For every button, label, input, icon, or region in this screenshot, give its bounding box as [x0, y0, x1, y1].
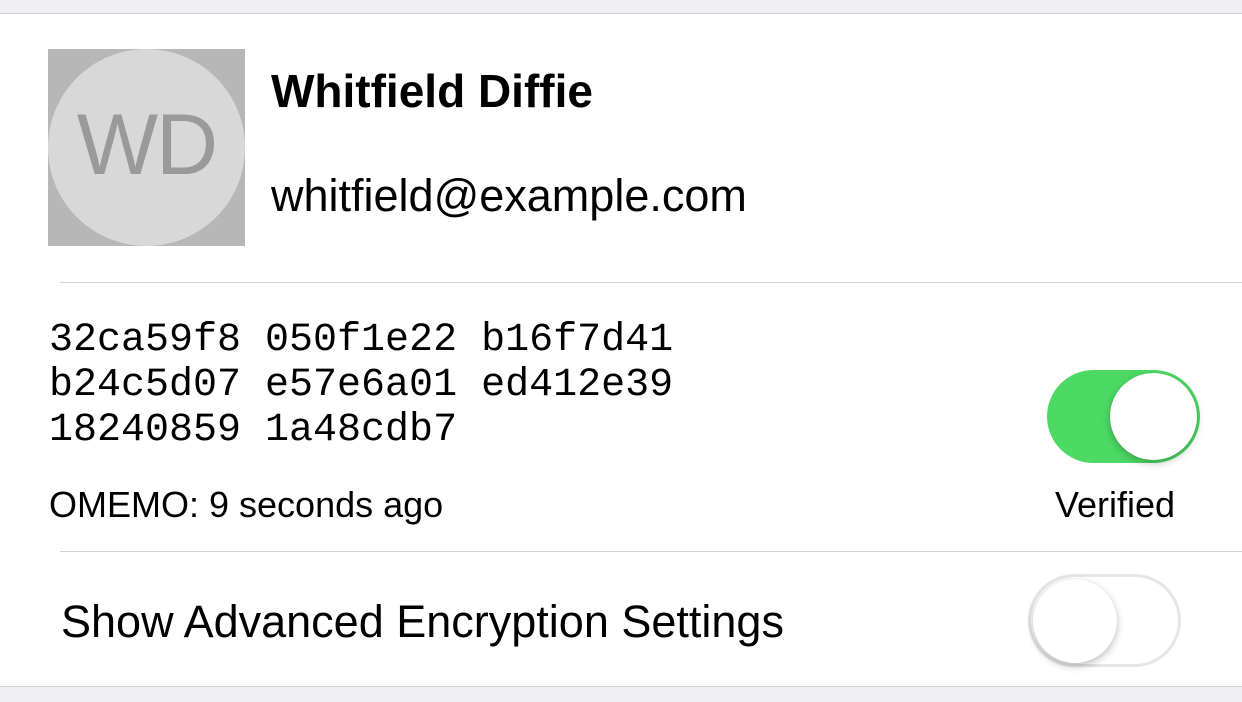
- contact-name: Whitfield Diffie: [271, 65, 593, 117]
- fingerprint-line: 18240859 1a48cdb7: [49, 408, 458, 453]
- key-fingerprint: 32ca59f8 050f1e22 b16f7d41 b24c5d07 e57e…: [49, 318, 673, 453]
- advanced-encryption-toggle[interactable]: [1028, 574, 1181, 667]
- avatar-initials: WD: [76, 97, 218, 193]
- advanced-encryption-label: Show Advanced Encryption Settings: [61, 596, 784, 647]
- separator: [60, 282, 1242, 283]
- separator: [60, 551, 1242, 552]
- fingerprint-line: b24c5d07 e57e6a01 ed412e39: [49, 363, 674, 408]
- avatar-circle: WD: [48, 49, 245, 246]
- avatar: WD: [48, 49, 245, 246]
- fingerprint-line: 32ca59f8 050f1e22 b16f7d41: [49, 318, 674, 363]
- contact-email: whitfield@example.com: [271, 170, 747, 221]
- verified-toggle[interactable]: [1047, 370, 1200, 463]
- bottom-group-gap: [0, 687, 1242, 702]
- toggle-knob: [1110, 373, 1197, 460]
- toggle-knob: [1033, 579, 1117, 663]
- verified-label: Verified: [1055, 484, 1176, 525]
- top-group-gap: [0, 0, 1242, 13]
- omemo-last-seen: OMEMO: 9 seconds ago: [49, 484, 444, 525]
